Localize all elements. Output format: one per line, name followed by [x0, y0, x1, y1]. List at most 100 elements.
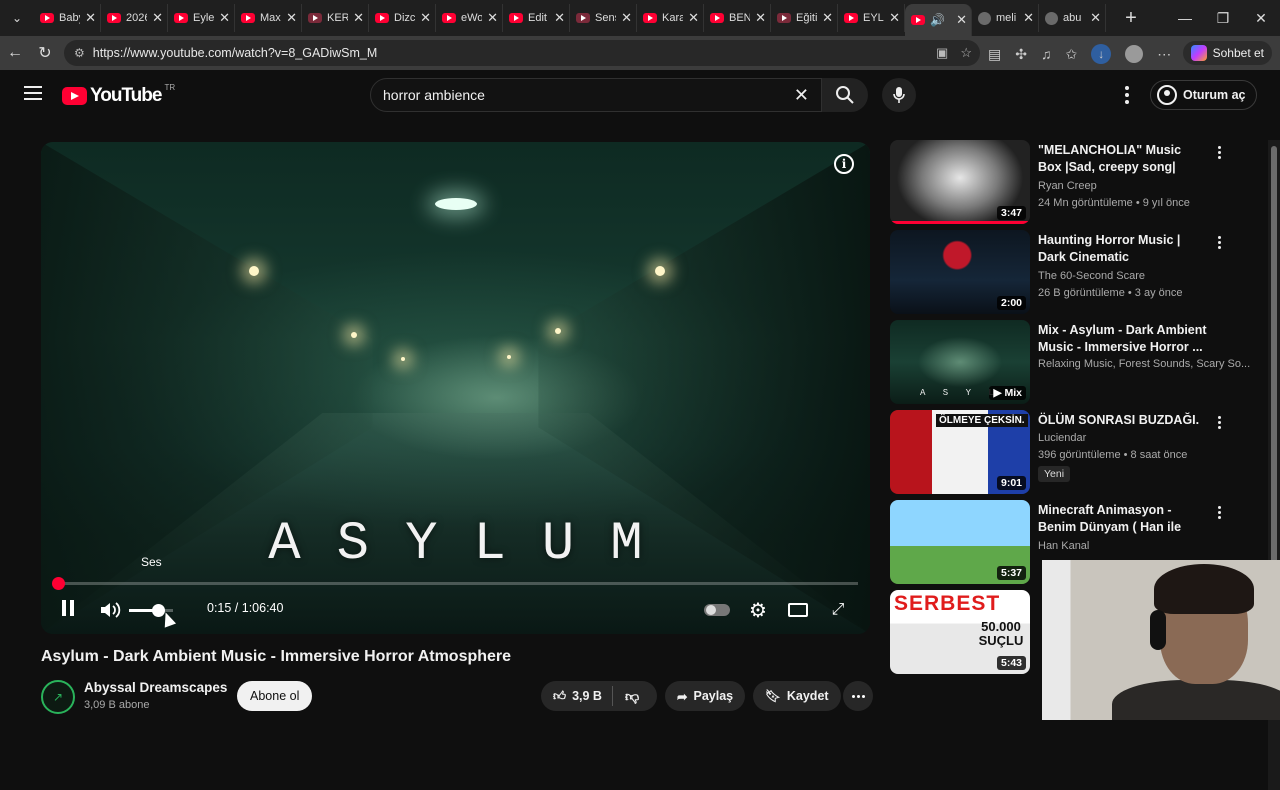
browser-tab[interactable]: 2026 ✕ — [101, 4, 168, 32]
rec-kebab-icon[interactable] — [1216, 506, 1222, 519]
rec-channel[interactable]: Ryan Creep — [1038, 180, 1097, 192]
video-player[interactable]: ASYLUM i Ses 0:15 / 1:06:40 ⚙ ⤢ — [41, 142, 870, 634]
video-thumbnail[interactable]: 2:00 — [890, 230, 1030, 314]
close-tab-icon[interactable]: ✕ — [286, 10, 297, 26]
browser-tab[interactable]: Max ✕ — [235, 4, 302, 32]
browser-tab[interactable]: Dizc ✕ — [369, 4, 436, 32]
browser-tab[interactable]: Kara ✕ — [637, 4, 704, 32]
browser-tab[interactable]: EYLE ✕ — [838, 4, 905, 32]
close-tab-icon[interactable]: ✕ — [755, 10, 766, 26]
reload-icon[interactable]: ↻ — [30, 43, 60, 63]
extension-icon[interactable]: ▤ — [988, 46, 1001, 63]
autoplay-toggle[interactable] — [703, 592, 731, 628]
music-icon[interactable]: ♫ — [1041, 46, 1052, 62]
window-close-icon[interactable]: ✕ — [1242, 0, 1280, 36]
close-tab-icon[interactable]: ✕ — [487, 10, 498, 26]
url-field[interactable]: ⚙ https://www.youtube.com/watch?v=8_GADi… — [64, 40, 980, 66]
puzzle-extensions-icon[interactable]: ✣ — [1015, 46, 1027, 63]
rec-title[interactable]: "MELANCHOLIA" Music Box |Sad, creepy son… — [1038, 142, 1208, 176]
browser-tab[interactable]: Eğiti ✕ — [771, 4, 838, 32]
channel-name[interactable]: Abyssal Dreamscapes — [84, 680, 227, 695]
subscribe-button[interactable]: Abone ol — [237, 681, 313, 711]
browser-tab[interactable]: eWo ✕ — [436, 4, 503, 32]
close-tab-icon[interactable]: ✕ — [688, 10, 699, 26]
youtube-logo[interactable]: YouTube TR — [62, 83, 175, 107]
browser-tab[interactable]: Baby ✕ — [34, 4, 101, 32]
close-tab-icon[interactable]: ✕ — [219, 10, 230, 26]
site-info-icon[interactable]: ⚙ — [74, 46, 85, 60]
mute-button[interactable] — [97, 592, 125, 628]
maximize-icon[interactable]: ❐ — [1204, 0, 1242, 36]
video-thumbnail[interactable]: 3:47 — [890, 140, 1030, 224]
dislike-button[interactable]: 👎︎ — [613, 688, 651, 705]
video-thumbnail[interactable]: A S Y L U ▶︎ Mix — [890, 320, 1030, 404]
rec-kebab-icon[interactable] — [1216, 416, 1222, 429]
list-item[interactable]: 3:47 "MELANCHOLIA" Music Box |Sad, creep… — [890, 140, 1230, 224]
close-tab-icon[interactable]: ✕ — [353, 10, 364, 26]
rec-title[interactable]: Haunting Horror Music | Dark Cinematic S… — [1038, 232, 1208, 266]
video-thumbnail[interactable]: ÖLMEYE ÇEKSİN. 9:01 — [890, 410, 1030, 494]
rec-channel[interactable]: Luciendar — [1038, 432, 1086, 444]
pause-button[interactable] — [55, 592, 81, 628]
channel-avatar[interactable]: ↗ — [41, 680, 75, 714]
rec-title[interactable]: Mix - Asylum - Dark Ambient Music - Imme… — [1038, 322, 1208, 356]
download-icon[interactable]: ↓ — [1091, 44, 1112, 64]
copilot-chat-button[interactable]: Sohbet et — [1182, 41, 1272, 65]
scrollbar-thumb[interactable] — [1271, 146, 1277, 586]
browser-menu-icon[interactable]: ⋯ — [1157, 46, 1171, 63]
info-icon[interactable]: i — [834, 154, 854, 174]
list-item[interactable]: 2:00 Haunting Horror Music | Dark Cinema… — [890, 230, 1230, 314]
close-tab-icon[interactable]: ✕ — [956, 12, 967, 28]
video-thumbnail[interactable]: SERBEST 50.000 SUÇLU 5:43 — [890, 590, 1030, 674]
theater-mode-button[interactable] — [785, 592, 811, 628]
close-tab-icon[interactable]: ✕ — [621, 10, 632, 26]
list-item[interactable]: A S Y L U ▶︎ Mix Mix - Asylum - Dark Amb… — [890, 320, 1250, 404]
app-install-icon[interactable]: ▣ — [936, 45, 948, 61]
browser-tab[interactable]: abu ✕ — [1039, 4, 1106, 32]
settings-kebab-icon[interactable] — [1118, 84, 1136, 106]
hamburger-menu-icon[interactable] — [24, 86, 42, 102]
browser-tab[interactable]: Sens ✕ — [570, 4, 637, 32]
rec-channel[interactable]: The 60-Second Scare — [1038, 270, 1145, 282]
rec-title[interactable]: Minecraft Animasyon - Benim Dünyam ( Han… — [1038, 502, 1208, 536]
rec-kebab-icon[interactable] — [1216, 236, 1222, 249]
close-tab-icon[interactable]: ✕ — [889, 10, 900, 26]
search-button[interactable] — [822, 78, 868, 112]
browser-tab[interactable]: BEN ✕ — [704, 4, 771, 32]
rec-title[interactable]: ÖLÜM SONRASI BUZDAĞI. — [1038, 412, 1208, 429]
save-button[interactable]: 🔖︎ Kaydet — [753, 681, 841, 711]
browser-tab[interactable]: Edit ✕ — [503, 4, 570, 32]
minimize-icon[interactable]: — — [1166, 0, 1204, 36]
more-actions-button[interactable] — [843, 681, 873, 711]
sign-in-button[interactable]: Oturum aç — [1150, 80, 1257, 110]
close-tab-icon[interactable]: ✕ — [152, 10, 163, 26]
new-tab-plus-icon[interactable]: + — [1114, 7, 1148, 30]
tab-search-chevron-icon[interactable]: ⌄ — [0, 0, 34, 36]
speaker-icon[interactable]: 🔊 — [930, 13, 945, 27]
close-tab-icon[interactable]: ✕ — [1023, 10, 1034, 26]
like-button[interactable]: 👍︎ 3,9 B — [541, 686, 613, 706]
close-tab-icon[interactable]: ✕ — [554, 10, 565, 26]
close-tab-icon[interactable]: ✕ — [85, 10, 96, 26]
settings-button[interactable]: ⚙ — [745, 592, 771, 628]
list-item[interactable]: ÖLMEYE ÇEKSİN. 9:01 ÖLÜM SONRASI BUZDAĞI… — [890, 410, 1230, 494]
browser-tab[interactable]: meli ✕ — [972, 4, 1039, 32]
browser-tab[interactable]: KERT ✕ — [302, 4, 369, 32]
progress-bar[interactable] — [52, 577, 858, 590]
share-button[interactable]: ➦ Paylaş — [665, 681, 746, 711]
fullscreen-button[interactable]: ⤢ — [825, 592, 851, 628]
browser-tab-active[interactable]: 🔊 ✕ — [905, 4, 972, 36]
video-thumbnail[interactable]: 5:37 — [890, 500, 1030, 584]
rec-kebab-icon[interactable] — [1216, 146, 1222, 159]
rec-channel[interactable]: Relaxing Music, Forest Sounds, Scary So.… — [1038, 358, 1250, 370]
voice-search-button[interactable] — [882, 78, 916, 112]
clear-search-icon[interactable]: ✕ — [794, 85, 809, 106]
profile-avatar[interactable] — [1125, 45, 1144, 63]
bookmark-star-icon[interactable]: ☆ — [960, 45, 972, 61]
search-input[interactable]: horror ambience ✕ — [370, 78, 822, 112]
close-tab-icon[interactable]: ✕ — [1090, 10, 1101, 26]
favorites-icon[interactable]: ✩ — [1065, 46, 1077, 63]
close-tab-icon[interactable]: ✕ — [822, 10, 833, 26]
rec-channel[interactable]: Han Kanal — [1038, 540, 1089, 552]
close-tab-icon[interactable]: ✕ — [420, 10, 431, 26]
